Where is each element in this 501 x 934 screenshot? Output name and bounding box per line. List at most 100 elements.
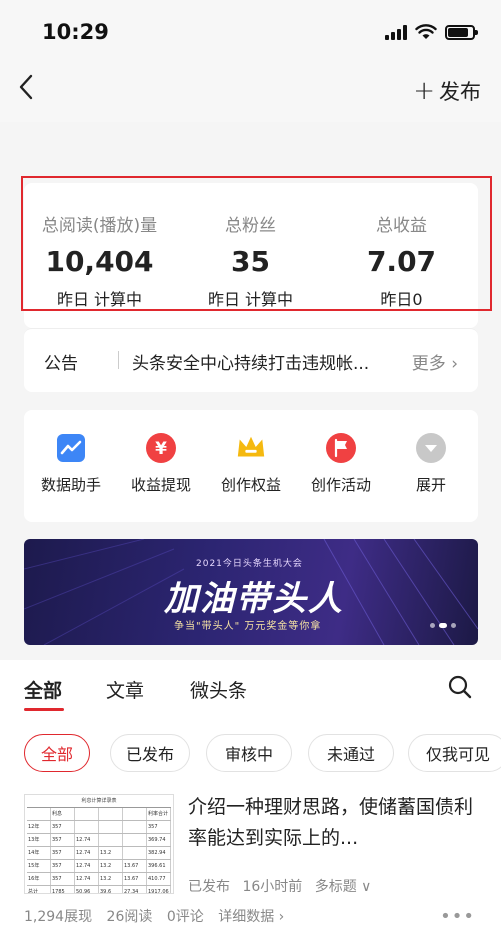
article-tag-dropdown[interactable]: 多标题 ∨ — [315, 879, 372, 895]
thumbnail-table-cell — [99, 808, 123, 820]
filter-rejected[interactable]: 未通过 — [308, 734, 394, 772]
article-details-link[interactable]: 详细数据 › — [218, 909, 284, 925]
thumbnail-table-cell: 12年 — [27, 821, 51, 833]
thumbnail-table-cell: 410.77 — [147, 873, 171, 885]
thumbnail-table-row: 14年 357 12.74 13.2 382.94 — [27, 847, 171, 860]
tool-data-assistant[interactable]: 数据助手 — [26, 432, 116, 495]
tool-label: 展开 — [415, 476, 446, 494]
thumbnail-table-cell: 369.74 — [147, 834, 171, 846]
banner-dot — [430, 623, 435, 628]
thumbnail-table-cell: 1917.06 — [147, 886, 171, 893]
thumbnail-table-row: 总计 1785 50.96 39.6 27.34 1917.06 — [27, 886, 171, 893]
more-options-icon[interactable]: ••• — [440, 906, 475, 927]
thumbnail-table-cell — [123, 847, 147, 859]
thumbnail-table-cell — [99, 821, 123, 833]
crown-icon — [235, 432, 267, 464]
thumbnail-table-cell — [123, 834, 147, 846]
tab-articles[interactable]: 文章 — [106, 676, 144, 703]
banner-tagline: 争当"带头人" 万元奖金等你拿 — [174, 621, 322, 632]
yen-icon: ¥ — [145, 432, 177, 464]
thumbnail-table-cell: 357 — [51, 834, 75, 846]
thumbnail-table-cell: 50.96 — [75, 886, 99, 893]
article-item[interactable]: 利息计算详录表 利息（元）利率合计（元）12年35735713年35712.74… — [24, 794, 478, 904]
tool-activities[interactable]: 创作活动 — [296, 432, 386, 495]
status-icons — [385, 24, 478, 40]
filter-all[interactable]: 全部 — [24, 734, 90, 772]
thumbnail-table-cell: 12.74 — [75, 847, 99, 859]
thumbnail-table-cell — [99, 834, 123, 846]
publish-button[interactable]: + 发布 — [413, 76, 481, 106]
thumbnail-table-cell: 27.34 — [123, 886, 147, 893]
signal-icon — [385, 24, 407, 40]
thumbnail-table-cell: 15年 — [27, 860, 51, 872]
thumbnail-table-cell: 总计 — [27, 886, 51, 893]
stat-label: 总收益 — [376, 216, 427, 236]
article-status: 已发布 — [188, 879, 230, 895]
tools-grid: 数据助手 ¥ 收益提现 创作权益 创作活动 展开 — [24, 410, 478, 522]
publish-label: 发布 — [439, 80, 481, 104]
tool-label: 创作权益 — [220, 476, 281, 494]
plus-icon: + — [413, 76, 435, 106]
promo-banner[interactable]: 2021今日头条生机大会 加油带头人 争当"带头人" 万元奖金等你拿 — [24, 539, 478, 645]
thumbnail-table-cell — [123, 808, 147, 820]
thumbnail-table-cell: 12.74 — [75, 873, 99, 885]
banner-subtitle: 2021今日头条生机大会 — [196, 559, 303, 569]
thumbnail-table-cell: 13.2 — [99, 860, 123, 872]
thumbnail-table-cell: 13.2 — [99, 847, 123, 859]
thumbnail-table-cell: 357 — [147, 821, 171, 833]
stats-card: 总阅读(播放)量 10,404 昨日 计算中 总粉丝 35 昨日 计算中 总收益… — [24, 183, 478, 328]
thumbnail-table-cell: 16年 — [27, 873, 51, 885]
thumbnail-table-cell: 382.94 — [147, 847, 171, 859]
thumbnail-table-cell: 357 — [51, 873, 75, 885]
tool-withdraw[interactable]: ¥ 收益提现 — [116, 432, 206, 495]
stat-label: 总粉丝 — [225, 216, 276, 236]
notice-more-link[interactable]: 更多 › — [412, 349, 458, 374]
thumbnail-table-cell: 39.6 — [99, 886, 123, 893]
thumbnail-table-cell: 357 — [51, 847, 75, 859]
stat-label: 总阅读(播放)量 — [41, 216, 158, 236]
thumbnail-table-cell — [75, 821, 99, 833]
thumbnail-table-row: 13年 357 12.74 369.74 — [27, 834, 171, 847]
thumbnail-table-cell: 利息（元） — [51, 808, 75, 820]
stat-sub: 昨日0 — [380, 290, 423, 309]
back-button[interactable] — [16, 72, 46, 108]
article-meta: 已发布 16小时前 多标题 ∨ — [188, 876, 379, 896]
thumbnail-table-cell: 12.74 — [75, 860, 99, 872]
thumbnail-table-cell: 357 — [51, 821, 75, 833]
battery-icon — [445, 24, 478, 40]
thumbnail-table-cell — [123, 821, 147, 833]
thumbnail-table-row: 12年 357 357 — [27, 821, 171, 834]
notice-divider — [118, 351, 119, 369]
thumbnail-table-cell: 12.74 — [75, 834, 99, 846]
article-impressions: 1,294展现 — [24, 909, 93, 925]
tool-label: 数据助手 — [40, 476, 101, 494]
stat-value: 35 — [231, 245, 270, 278]
article-comments: 0评论 — [166, 909, 204, 925]
filter-in-review[interactable]: 审核中 — [206, 734, 292, 772]
notice-text[interactable]: 头条安全中心持续打击违规帐... — [132, 349, 369, 374]
article-thumbnail[interactable]: 利息计算详录表 利息（元）利率合计（元）12年35735713年35712.74… — [24, 794, 174, 894]
thumbnail-table-row: 15年 357 12.74 13.2 13.67 396.61 — [27, 860, 171, 873]
flag-icon — [325, 432, 357, 464]
search-button[interactable] — [447, 674, 473, 700]
article-stats: 1,294展现 26阅读 0评论 详细数据 › — [24, 906, 294, 926]
battery-fill — [448, 27, 469, 37]
thumbnail-table-cell: 396.61 — [147, 860, 171, 872]
article-title[interactable]: 介绍一种理财思路，使储蓄国债利率能达到实际上的... — [188, 792, 478, 854]
active-tab-indicator — [24, 708, 64, 711]
svg-text:¥: ¥ — [155, 439, 167, 459]
tool-expand[interactable]: 展开 — [386, 432, 476, 495]
tab-micro-posts[interactable]: 微头条 — [190, 676, 247, 703]
stat-sub: 昨日 计算中 — [56, 290, 143, 309]
thumbnail-table-cell: 利率合计（元） — [147, 808, 171, 820]
tab-all[interactable]: 全部 — [24, 676, 62, 703]
tool-label: 创作活动 — [310, 476, 371, 494]
notice-bar[interactable]: 公告 头条安全中心持续打击违规帐... 更多 › — [24, 328, 478, 392]
filter-published[interactable]: 已发布 — [110, 734, 190, 772]
filter-private[interactable]: 仅我可见 — [408, 734, 501, 772]
notice-label: 公告 — [44, 354, 78, 374]
thumbnail-table-cell: 13.67 — [123, 873, 147, 885]
banner-dot-active — [439, 623, 447, 628]
tool-rights[interactable]: 创作权益 — [206, 432, 296, 495]
thumbnail-table-cell: 357 — [51, 860, 75, 872]
